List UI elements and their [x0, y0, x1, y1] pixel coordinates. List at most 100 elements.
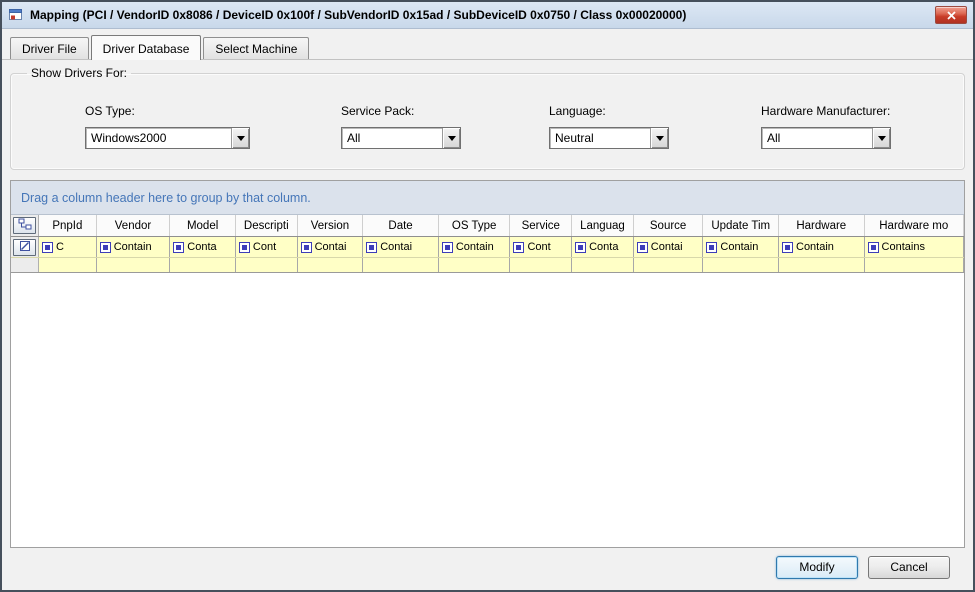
new-row-cell-hardware[interactable] [779, 258, 865, 272]
close-icon [947, 8, 956, 23]
filter-criteria-icon[interactable] [637, 242, 648, 253]
new-row-cell-source[interactable] [634, 258, 704, 272]
new-row-cell-update-tim[interactable] [703, 258, 779, 272]
tab-driver-file[interactable]: Driver File [10, 37, 89, 59]
language-value: Neutral [550, 131, 650, 145]
new-row-cell-languag[interactable] [572, 258, 634, 272]
service-pack-dropdown-button[interactable] [442, 128, 460, 148]
cancel-button[interactable]: Cancel [868, 556, 950, 579]
filter-criteria-icon[interactable] [301, 242, 312, 253]
filter-cell-vendor[interactable]: Contain [97, 237, 171, 257]
filter-criteria-icon[interactable] [706, 242, 717, 253]
language-combo[interactable]: Neutral [549, 127, 669, 149]
grid-customize-button[interactable] [13, 217, 36, 234]
new-row-cell-vendor[interactable] [97, 258, 171, 272]
filter-cell-os-type[interactable]: Contain [439, 237, 511, 257]
filter-criteria-text: Contain [114, 241, 152, 253]
filter-row-indicator-cell [11, 237, 39, 257]
hardware-manufacturer-combo[interactable]: All [761, 127, 891, 149]
filter-criteria-icon[interactable] [575, 242, 586, 253]
filter-cell-version[interactable]: Contai [298, 237, 364, 257]
new-row-cell-date[interactable] [363, 258, 439, 272]
os-type-dropdown-button[interactable] [231, 128, 249, 148]
titlebar: Mapping (PCI / VendorID 0x8086 / DeviceI… [2, 2, 973, 29]
filter-criteria-text: Contai [315, 241, 347, 253]
filter-criteria-text: Contains [882, 241, 925, 253]
filter-criteria-icon[interactable] [782, 242, 793, 253]
filter-criteria-icon[interactable] [442, 242, 453, 253]
filter-cell-languag[interactable]: Conta [572, 237, 634, 257]
close-button[interactable] [935, 6, 967, 24]
os-type-combo[interactable]: Windows2000 [85, 127, 250, 149]
grid-filter-row: CContainContaContContaiContaiContainCont… [11, 237, 964, 258]
column-header-source[interactable]: Source [634, 215, 704, 236]
filter-cell-model[interactable]: Conta [170, 237, 236, 257]
new-row-cell-os-type[interactable] [439, 258, 511, 272]
filter-criteria-icon[interactable] [173, 242, 184, 253]
filter-criteria-icon[interactable] [868, 242, 879, 253]
tab-select-machine[interactable]: Select Machine [203, 37, 309, 59]
filter-criteria-text: Contain [720, 241, 758, 253]
service-pack-label: Service Pack: [341, 104, 461, 118]
column-header-languag[interactable]: Languag [572, 215, 634, 236]
filter-cell-service[interactable]: Cont [510, 237, 572, 257]
filter-criteria-icon[interactable] [100, 242, 111, 253]
column-header-date[interactable]: Date [363, 215, 439, 236]
filter-cell-source[interactable]: Contai [634, 237, 704, 257]
column-header-descripti[interactable]: Descripti [236, 215, 298, 236]
filter-criteria-text: C [56, 241, 64, 253]
chevron-down-icon [237, 136, 245, 141]
field-os-type: OS Type: Windows2000 [85, 104, 250, 149]
form-icon [8, 7, 24, 23]
column-header-model[interactable]: Model [170, 215, 236, 236]
column-header-update-tim[interactable]: Update Tim [703, 215, 779, 236]
filter-cell-descripti[interactable]: Cont [236, 237, 298, 257]
filter-criteria-icon[interactable] [42, 242, 53, 253]
driver-grid: Drag a column header here to group by th… [10, 180, 965, 548]
filter-cell-hardware-mo[interactable]: Contains [865, 237, 964, 257]
clear-filter-button[interactable] [13, 239, 36, 256]
language-dropdown-button[interactable] [650, 128, 668, 148]
show-drivers-groupbox: Show Drivers For: OS Type: Windows2000 S… [10, 66, 965, 170]
hardware-manufacturer-dropdown-button[interactable] [872, 128, 890, 148]
filter-criteria-icon[interactable] [239, 242, 250, 253]
filter-cell-date[interactable]: Contai [363, 237, 439, 257]
filter-criteria-text: Cont [527, 241, 550, 253]
column-header-version[interactable]: Version [298, 215, 364, 236]
new-row-cell-model[interactable] [170, 258, 236, 272]
filter-criteria-icon[interactable] [366, 242, 377, 253]
new-row-cell-descripti[interactable] [236, 258, 298, 272]
new-row-cell-service[interactable] [510, 258, 572, 272]
chevron-down-icon [878, 136, 886, 141]
group-by-panel[interactable]: Drag a column header here to group by th… [11, 181, 964, 215]
tab-strip: Driver File Driver Database Select Machi… [2, 29, 973, 60]
filter-cell-pnpid[interactable]: C [39, 237, 97, 257]
chevron-down-icon [656, 136, 664, 141]
filter-criteria-text: Contai [380, 241, 412, 253]
tab-driver-database[interactable]: Driver Database [91, 35, 202, 60]
grid-body[interactable] [11, 273, 964, 547]
group-panel-text: Drag a column header here to group by th… [21, 191, 311, 205]
field-service-pack: Service Pack: All [341, 104, 461, 149]
filter-cell-hardware[interactable]: Contain [779, 237, 865, 257]
column-header-hardware[interactable]: Hardware [779, 215, 865, 236]
mapping-dialog: Mapping (PCI / VendorID 0x8086 / DeviceI… [0, 0, 975, 592]
show-drivers-legend: Show Drivers For: [27, 66, 131, 80]
modify-button[interactable]: Modify [776, 556, 858, 579]
window-title: Mapping (PCI / VendorID 0x8086 / DeviceI… [30, 8, 686, 22]
column-header-service[interactable]: Service [510, 215, 572, 236]
service-pack-combo[interactable]: All [341, 127, 461, 149]
row-indicator-header-cell [11, 215, 39, 236]
new-row-cell-pnpid[interactable] [39, 258, 97, 272]
column-header-vendor[interactable]: Vendor [97, 215, 171, 236]
filter-criteria-icon[interactable] [513, 242, 524, 253]
hierarchy-icon [18, 218, 32, 233]
column-header-pnpid[interactable]: PnpId [39, 215, 97, 236]
column-header-os-type[interactable]: OS Type [439, 215, 511, 236]
new-row-cell-version[interactable] [298, 258, 364, 272]
new-row-cell-hardware-mo[interactable] [865, 258, 964, 272]
hardware-manufacturer-value: All [762, 131, 872, 145]
filter-cell-update-tim[interactable]: Contain [703, 237, 779, 257]
column-header-hardware-mo[interactable]: Hardware mo [865, 215, 964, 236]
grid-new-row [11, 258, 964, 273]
